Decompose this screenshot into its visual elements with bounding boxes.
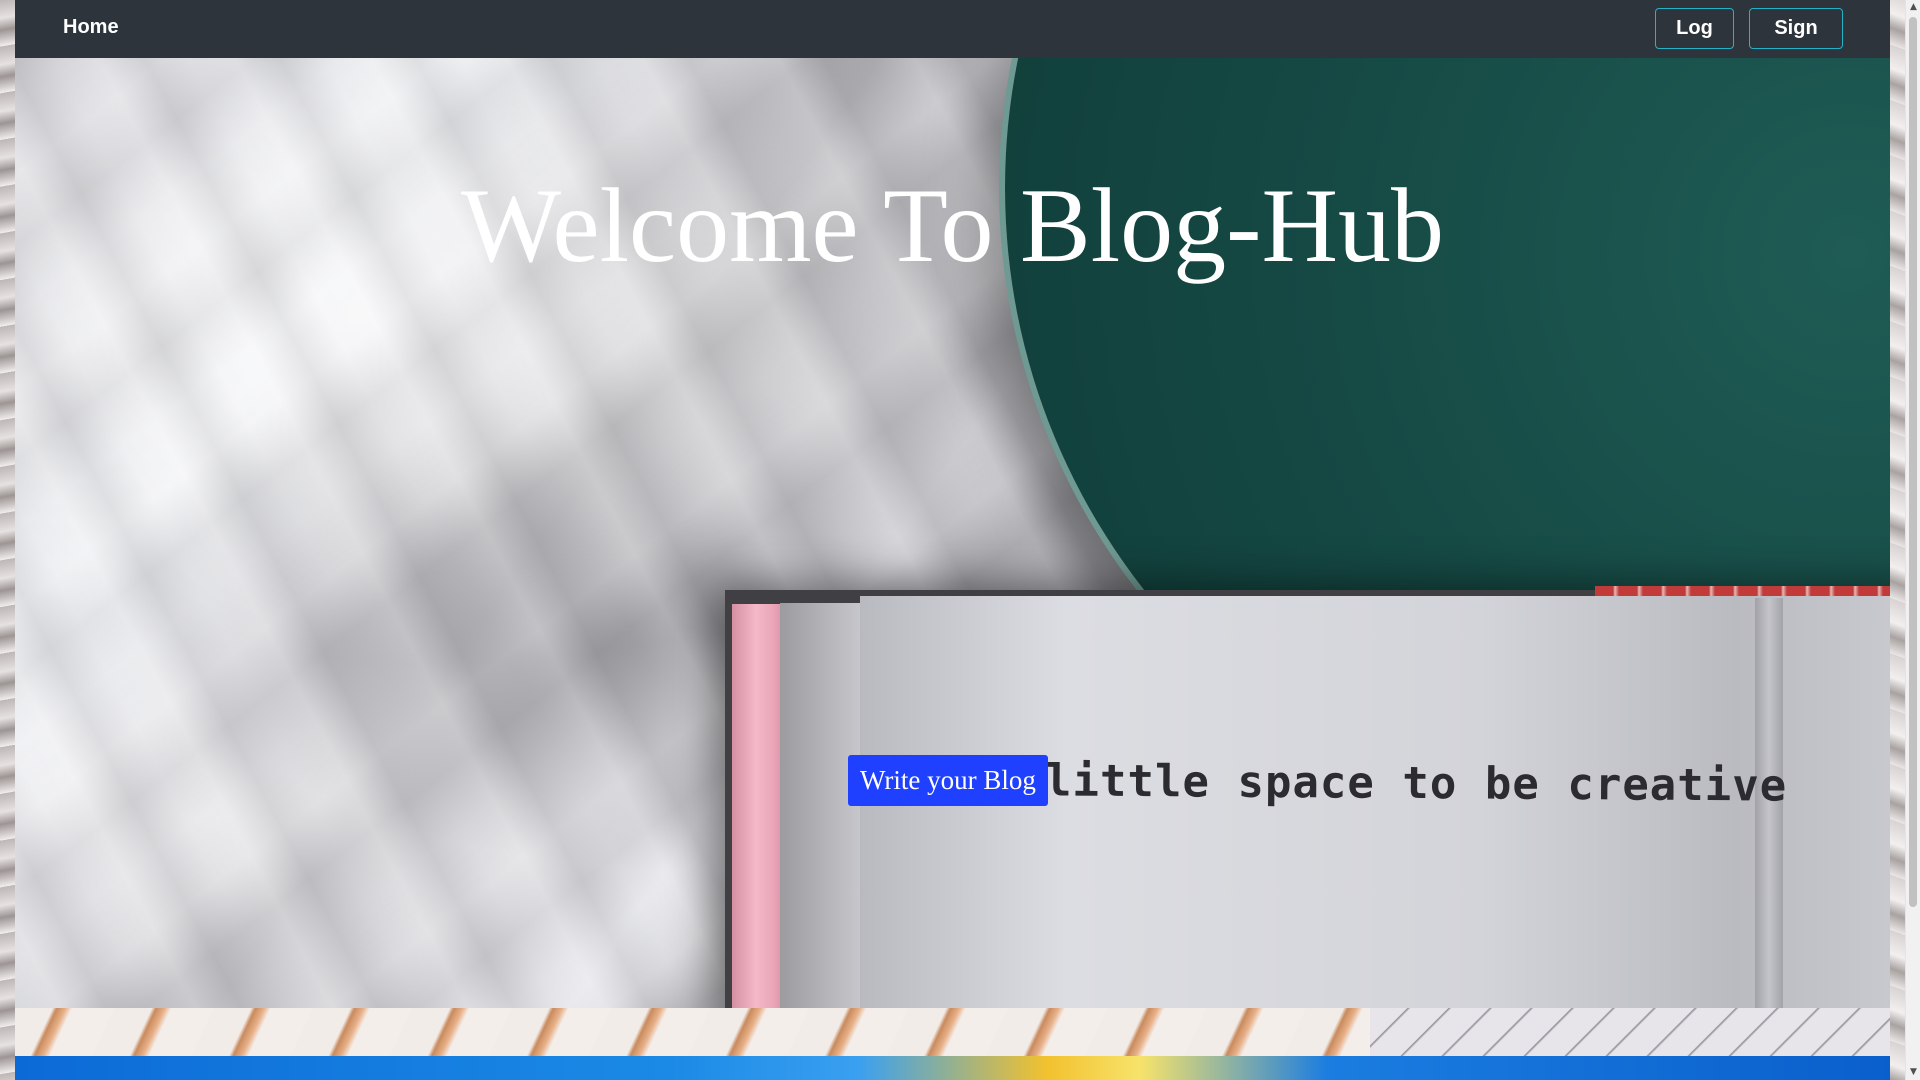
hero-section: little space to be creative Welcome To B… <box>15 58 1890 1008</box>
navbar: Home Log in Sign Up <box>15 0 1890 78</box>
book-image-text: little space to be creative <box>1044 755 1788 812</box>
desk-background-left <box>0 0 15 1080</box>
page-title: Welcome To Blog-Hub <box>460 167 1445 284</box>
page-scrollbar[interactable]: ▲ ▼ <box>1905 0 1920 1080</box>
scroll-up-icon[interactable]: ▲ <box>1906 0 1920 15</box>
login-button[interactable]: Log in <box>1655 8 1734 78</box>
hero-book-left-page <box>780 603 860 1008</box>
write-blog-button[interactable]: Write your Blog <box>848 755 1048 806</box>
scroll-down-icon[interactable]: ▼ <box>1906 1065 1920 1080</box>
signup-button[interactable]: Sign Up <box>1749 8 1843 78</box>
scroll-thumb[interactable] <box>1909 17 1917 907</box>
hero-book-ribbon <box>1595 586 1890 596</box>
nav-home-link[interactable]: Home <box>63 16 119 39</box>
next-section-banner <box>15 1056 1890 1080</box>
desk-background-bottom <box>15 1008 1890 1056</box>
